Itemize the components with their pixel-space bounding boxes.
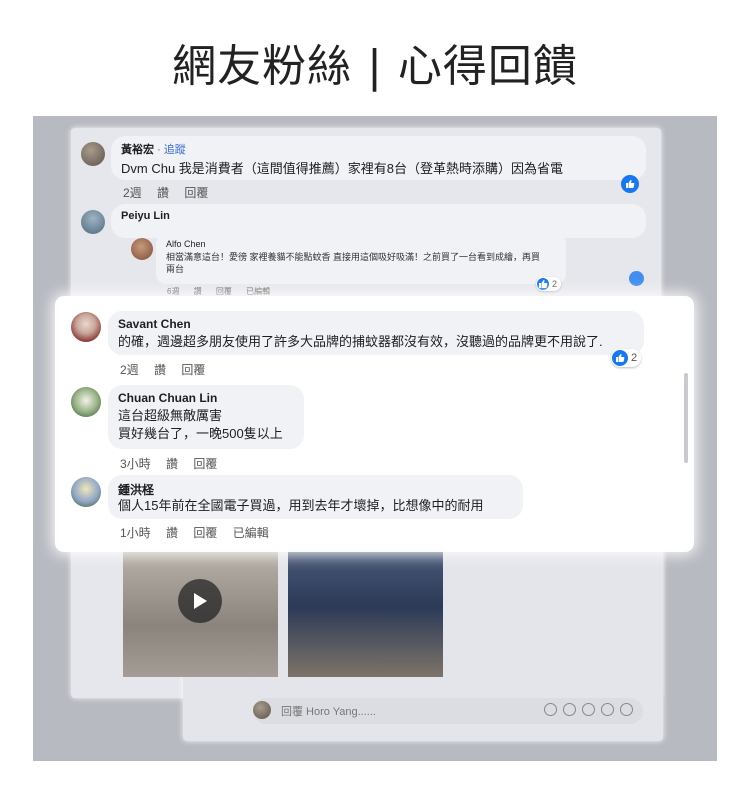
comment-author[interactable]: Chuan Chuan Lin [118, 391, 217, 405]
reply-button[interactable]: 回覆 [184, 186, 208, 200]
reaction-count-value: 2 [552, 279, 558, 289]
avatar[interactable] [81, 142, 105, 166]
edited-label: 已編輯 [246, 287, 271, 296]
avatar[interactable] [71, 387, 101, 417]
comment-actions: 2週 讚 回覆 [120, 361, 217, 378]
comment-author[interactable]: 黃裕宏 [121, 144, 154, 156]
comment-author[interactable]: Alfo Chen [166, 239, 206, 249]
comment-time[interactable]: 1小時 [120, 526, 151, 540]
reply-tools [544, 703, 633, 716]
comment-time[interactable]: 2週 [123, 186, 142, 200]
comment-bubble: Alfo Chen 相當滿意這台！愛徬 家裡養貓不能點蚊香 直接用這個吸好吸滿！… [156, 234, 566, 284]
like-button[interactable]: 讚 [194, 287, 202, 296]
like-reaction-icon [629, 271, 644, 286]
comment-author[interactable]: 鍾洪柽 [118, 481, 154, 498]
avatar[interactable] [131, 238, 153, 260]
reaction-count-value: 2 [631, 352, 638, 364]
highlighted-comments: Savant Chen 的確，週邊超多朋友使用了許多大品牌的捕蚊器都沒有效，沒聽… [58, 299, 691, 549]
avatar [253, 701, 271, 719]
like-button[interactable]: 讚 [154, 363, 166, 377]
reaction-count: 2 [611, 349, 642, 367]
sticker-icon[interactable] [544, 703, 557, 716]
reply-input[interactable]: 回覆 Horo Yang...... [253, 698, 643, 724]
separator: · [157, 144, 161, 156]
photo-thumbnail[interactable] [288, 549, 443, 677]
comment-bubble: 鍾洪柽 個人15年前在全國電子買過，用到去年才壞掉，比想像中的耐用 [108, 475, 523, 519]
comment-bubble: Peiyu Lin [111, 204, 646, 238]
emoji-icon[interactable] [563, 703, 576, 716]
avatar[interactable] [81, 210, 105, 234]
comment-text: 相當滿意這台！愛徬 家裡養貓不能點蚊香 直接用這個吸好吸滿！之前買了一台看到成繪… [166, 252, 541, 274]
comment-actions: 1小時 讚 回覆 已編輯 [120, 524, 281, 541]
comment-bubble: Savant Chen 的確，週邊超多朋友使用了許多大品牌的捕蚊器都沒有效，沒聽… [108, 311, 644, 355]
comment-actions: 6週 讚 回覆 已編輯 [167, 286, 282, 297]
camera-icon[interactable] [582, 703, 595, 716]
reply-button[interactable]: 回覆 [216, 287, 232, 296]
comment-time[interactable]: 6週 [167, 287, 179, 296]
reply-button[interactable]: 回覆 [193, 457, 217, 471]
comment-text: Dvm Chu 我是消費者（這間值得推薦）家裡有8台（登革熱時添購）因為省電 [121, 161, 564, 176]
comment-bubble: 黃裕宏 · 追蹤 Dvm Chu 我是消費者（這間值得推薦）家裡有8台（登革熱時… [111, 136, 646, 180]
reply-button[interactable]: 回覆 [193, 526, 217, 540]
like-button[interactable]: 讚 [166, 526, 178, 540]
reply-input-placeholder: 回覆 Horo Yang...... [281, 706, 376, 718]
comment-text: 的確，週邊超多朋友使用了許多大品牌的捕蚊器都沒有效，沒聽過的品牌更不用說了. [118, 334, 603, 349]
scrollbar[interactable] [684, 373, 688, 463]
like-button[interactable]: 讚 [157, 186, 169, 200]
avatar[interactable] [71, 477, 101, 507]
page-title: 網友粉絲 | 心得回饋 [172, 41, 578, 92]
comment-time[interactable]: 3小時 [120, 457, 151, 471]
reaction-count: 2 [536, 277, 562, 291]
comment-author[interactable]: Peiyu Lin [121, 210, 170, 222]
gif-icon[interactable] [601, 703, 614, 716]
edited-label: 已編輯 [232, 526, 269, 540]
follow-link[interactable]: 追蹤 [164, 144, 186, 156]
like-reaction-icon [621, 175, 639, 193]
like-reaction-icon [612, 350, 628, 366]
like-button[interactable]: 讚 [166, 457, 178, 471]
video-thumbnail[interactable] [123, 549, 278, 677]
like-reaction-icon [537, 278, 549, 290]
avatar[interactable] [71, 312, 101, 342]
comment-actions: 2週 讚 回覆 [123, 184, 220, 201]
reply-button[interactable]: 回覆 [181, 363, 205, 377]
comment-time[interactable]: 2週 [120, 363, 139, 377]
comment-text-line: 這台超級無敵厲害 [118, 408, 223, 423]
comment-text-line: 買好幾台了，一晚500隻以上 [118, 426, 283, 441]
comment-bubble: Chuan Chuan Lin 這台超級無敵厲害 買好幾台了，一晚500隻以上 [108, 385, 304, 449]
sticker-face-icon[interactable] [620, 703, 633, 716]
comment-author[interactable]: Savant Chen [118, 317, 191, 331]
comment-text: 個人15年前在全國電子買過，用到去年才壞掉，比想像中的耐用 [118, 498, 484, 513]
comment-actions: 3小時 讚 回覆 [120, 455, 229, 472]
play-icon[interactable] [178, 579, 222, 623]
